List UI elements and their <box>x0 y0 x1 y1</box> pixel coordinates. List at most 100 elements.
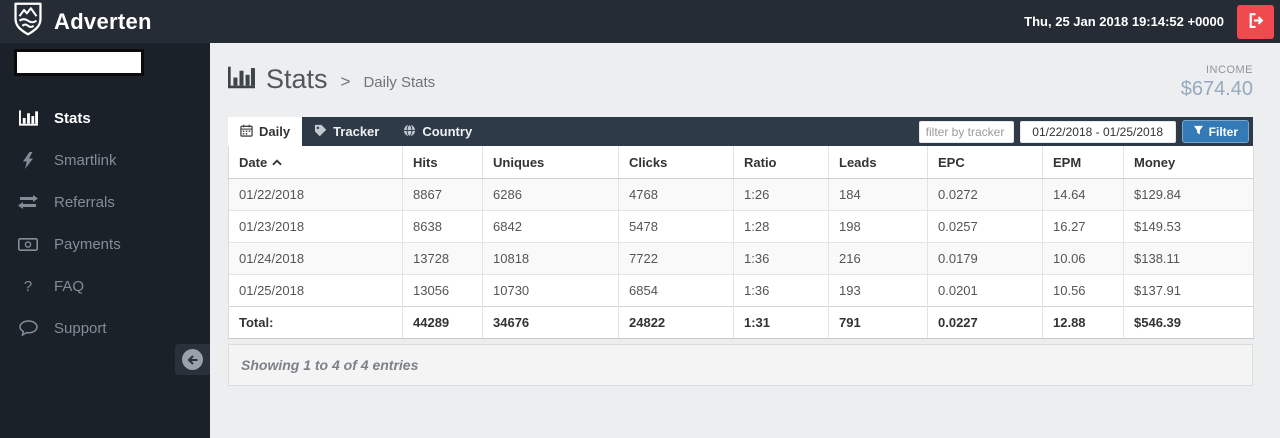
table-row: 01/24/2018137281081877221:362160.017910.… <box>229 243 1254 275</box>
main-content: Stats > Daily Stats INCOME $674.40 <box>210 43 1280 438</box>
total-cell: 12.88 <box>1043 307 1124 339</box>
column-header-hits[interactable]: Hits <box>403 146 483 179</box>
table-cell: 1:26 <box>734 179 829 211</box>
sidebar-collapse-button[interactable] <box>175 344 210 375</box>
income-value: $674.40 <box>1181 78 1253 101</box>
table-cell: 10730 <box>483 275 619 307</box>
table-cell: 0.0272 <box>928 179 1043 211</box>
sort-asc-icon <box>272 154 282 169</box>
tab-country[interactable]: Country <box>391 117 484 146</box>
page-subtitle: Daily Stats <box>363 74 435 91</box>
column-header-leads[interactable]: Leads <box>829 146 928 179</box>
table-cell: 10.56 <box>1043 275 1124 307</box>
stats-table: Date Hits Uniques Clicks Ratio Leads EPC… <box>228 146 1254 339</box>
table-cell: 4768 <box>619 179 734 211</box>
column-header-date[interactable]: Date <box>229 146 403 179</box>
breadcrumb: Stats > Daily Stats <box>228 64 435 95</box>
arrow-left-circle-icon <box>182 349 203 370</box>
stats-panel: Daily Tracker <box>228 117 1253 386</box>
filter-button[interactable]: Filter <box>1182 120 1249 143</box>
table-cell: 13728 <box>403 243 483 275</box>
table-info: Showing 1 to 4 of 4 entries <box>228 344 1253 386</box>
table-cell: 6842 <box>483 211 619 243</box>
sidebar-item-label: Payments <box>54 236 121 253</box>
table-cell: 193 <box>829 275 928 307</box>
sidebar-item-referrals[interactable]: Referrals <box>0 181 210 223</box>
table-row: 01/25/2018130561073068541:361930.020110.… <box>229 275 1254 307</box>
table-total-row: Total:4428934676248221:317910.022712.88$… <box>229 307 1254 339</box>
table-row: 01/23/20188638684254781:281980.025716.27… <box>229 211 1254 243</box>
table-cell: 0.0201 <box>928 275 1043 307</box>
column-header-ratio[interactable]: Ratio <box>734 146 829 179</box>
table-cell: 01/25/2018 <box>229 275 403 307</box>
sidebar-item-label: FAQ <box>54 278 84 295</box>
sidebar-item-label: Support <box>54 320 107 337</box>
tab-label: Tracker <box>333 124 379 139</box>
current-datetime: Thu, 25 Jan 2018 19:14:52 +0000 <box>1024 14 1224 29</box>
table-cell: 1:36 <box>734 243 829 275</box>
table-cell: 6854 <box>619 275 734 307</box>
table-cell: 1:28 <box>734 211 829 243</box>
logout-button[interactable] <box>1237 5 1274 39</box>
sidebar-item-payments[interactable]: Payments <box>0 223 210 265</box>
table-cell: 0.0179 <box>928 243 1043 275</box>
breadcrumb-separator: > <box>339 72 353 92</box>
table-cell: 10818 <box>483 243 619 275</box>
chat-bubble-icon <box>17 320 39 336</box>
exchange-arrows-icon <box>17 195 39 209</box>
total-cell: $546.39 <box>1124 307 1254 339</box>
banknote-icon <box>17 238 39 251</box>
table-cell: 10.06 <box>1043 243 1124 275</box>
total-cell: 44289 <box>403 307 483 339</box>
table-cell: 13056 <box>403 275 483 307</box>
table-cell: 14.64 <box>1043 179 1124 211</box>
sidebar-item-label: Smartlink <box>54 152 117 169</box>
column-header-clicks[interactable]: Clicks <box>619 146 734 179</box>
total-cell: 0.0227 <box>928 307 1043 339</box>
table-cell: $149.53 <box>1124 211 1254 243</box>
logout-icon <box>1247 12 1264 32</box>
lightning-icon <box>17 152 39 169</box>
column-header-epm[interactable]: EPM <box>1043 146 1124 179</box>
total-cell: 791 <box>829 307 928 339</box>
table-cell: 198 <box>829 211 928 243</box>
question-icon: ? <box>17 278 39 295</box>
globe-icon <box>403 124 416 140</box>
sidebar-menu: Stats Smartlink Referrals <box>0 97 210 349</box>
tab-tracker[interactable]: Tracker <box>302 117 391 146</box>
income-block: INCOME $674.40 <box>1181 64 1253 101</box>
redacted-account-box <box>14 49 144 76</box>
sidebar-item-smartlink[interactable]: Smartlink <box>0 139 210 181</box>
table-header-row: Date Hits Uniques Clicks Ratio Leads EPC… <box>229 146 1254 179</box>
tab-label: Country <box>422 124 472 139</box>
topbar: Adverten Thu, 25 Jan 2018 19:14:52 +0000 <box>0 0 1280 43</box>
table-body: 01/22/20188867628647681:261840.027214.64… <box>229 179 1254 307</box>
date-range-input[interactable] <box>1020 121 1176 143</box>
table-cell: 184 <box>829 179 928 211</box>
column-header-epc[interactable]: EPC <box>928 146 1043 179</box>
tracker-filter-input[interactable] <box>919 121 1014 143</box>
table-cell: 6286 <box>483 179 619 211</box>
brand-name: Adverten <box>54 9 152 35</box>
table-cell: 01/23/2018 <box>229 211 403 243</box>
total-cell: 34676 <box>483 307 619 339</box>
bar-chart-icon <box>17 110 39 126</box>
income-label: INCOME <box>1181 64 1253 76</box>
column-header-money[interactable]: Money <box>1124 146 1254 179</box>
tab-daily[interactable]: Daily <box>228 117 302 146</box>
tag-icon <box>314 124 327 140</box>
brand[interactable]: Adverten <box>0 2 152 41</box>
table-cell: 5478 <box>619 211 734 243</box>
sidebar-item-support[interactable]: Support <box>0 307 210 349</box>
calendar-icon <box>240 124 253 140</box>
table-cell: 01/22/2018 <box>229 179 403 211</box>
filter-button-label: Filter <box>1209 125 1238 139</box>
sidebar-item-faq[interactable]: ? FAQ <box>0 265 210 307</box>
page-title: Stats <box>266 64 328 95</box>
table-cell: 216 <box>829 243 928 275</box>
sidebar-item-stats[interactable]: Stats <box>0 97 210 139</box>
column-header-uniques[interactable]: Uniques <box>483 146 619 179</box>
table-cell: 1:36 <box>734 275 829 307</box>
shield-logo-icon <box>13 2 43 41</box>
table-cell: 01/24/2018 <box>229 243 403 275</box>
